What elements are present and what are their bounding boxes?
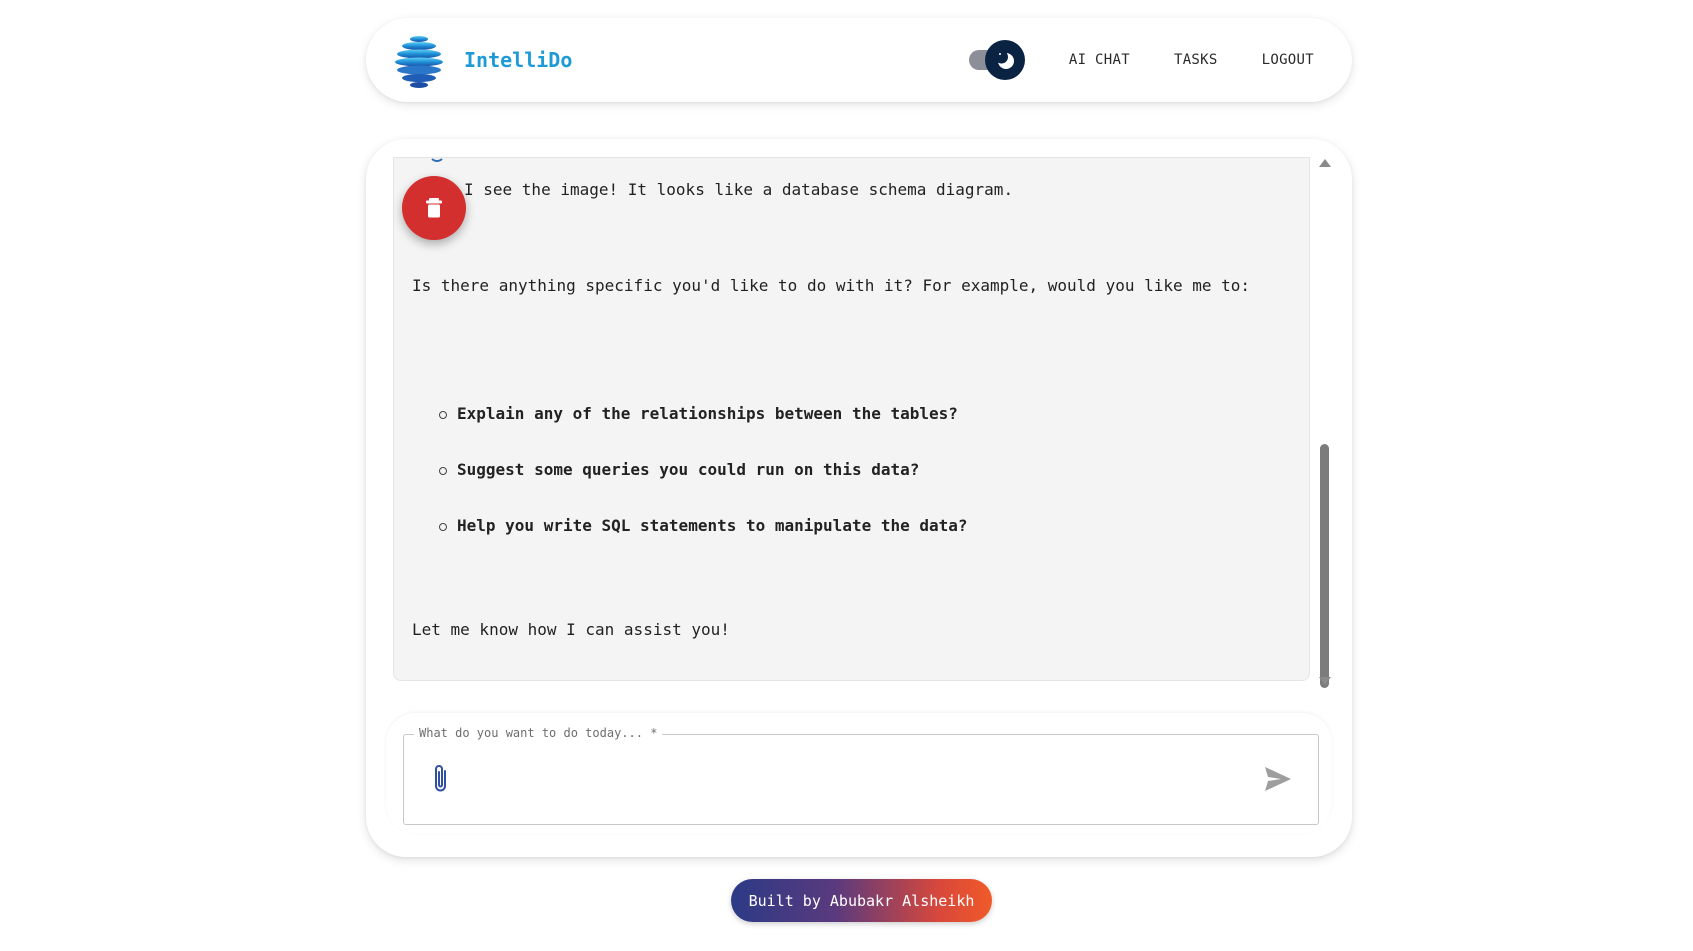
- prompt-input[interactable]: [470, 763, 1250, 795]
- scroll-up-arrow-icon[interactable]: [1319, 159, 1331, 167]
- scroll-thumb[interactable]: [1320, 444, 1329, 688]
- chat-scrollbar[interactable]: [1317, 157, 1333, 697]
- message-closing: Let me know how I can assist you!: [412, 620, 730, 639]
- list-item: Help you write SQL statements to manipul…: [439, 512, 968, 568]
- assistant-avatar-icon: [429, 157, 445, 162]
- scroll-down-arrow-icon[interactable]: [1319, 677, 1331, 685]
- prompt-field[interactable]: What do you want to do today... *: [403, 726, 1319, 825]
- assistant-message: I see the image! It looks like a databas…: [393, 157, 1310, 681]
- footer-credit-text: Built by Abubakr Alsheikh: [748, 891, 975, 910]
- globe-logo-icon: [395, 36, 443, 88]
- message-line-2: Is there anything specific you'd like to…: [412, 276, 1251, 295]
- nav-link-logout[interactable]: LOGOUT: [1262, 52, 1314, 68]
- message-option-list: Explain any of the relationships between…: [439, 400, 968, 568]
- prompt-field-label: What do you want to do today... *: [414, 726, 663, 740]
- moon-icon: [994, 50, 1014, 69]
- nav-link-tasks[interactable]: TASKS: [1174, 52, 1218, 68]
- send-icon[interactable]: [1264, 766, 1292, 792]
- theme-toggle[interactable]: [967, 40, 1025, 80]
- app-name: IntelliDo: [464, 48, 573, 72]
- chat-card: I see the image! It looks like a databas…: [366, 139, 1352, 857]
- toggle-thumb: [984, 40, 1025, 80]
- list-item: Suggest some queries you could run on th…: [439, 456, 968, 512]
- navbar: IntelliDo AI CHAT TASKS LOGOUT: [366, 18, 1352, 102]
- messages-viewport: I see the image! It looks like a databas…: [393, 157, 1310, 681]
- brand[interactable]: IntelliDo: [392, 31, 572, 89]
- list-item: Explain any of the relationships between…: [439, 400, 968, 456]
- nav-link-ai-chat[interactable]: AI CHAT: [1069, 52, 1130, 68]
- bullet-icon: [439, 411, 447, 419]
- nav-links: AI CHAT TASKS LOGOUT: [967, 40, 1314, 80]
- composer: What do you want to do today... *: [386, 713, 1332, 833]
- bullet-icon: [439, 467, 447, 475]
- footer-credit-badge[interactable]: Built by Abubakr Alsheikh: [731, 879, 992, 922]
- paperclip-icon[interactable]: [430, 763, 452, 795]
- message-line-1: I see the image! It looks like a databas…: [464, 180, 1014, 199]
- delete-chat-button[interactable]: [402, 176, 466, 240]
- bullet-icon: [439, 523, 447, 531]
- trash-icon: [426, 198, 442, 218]
